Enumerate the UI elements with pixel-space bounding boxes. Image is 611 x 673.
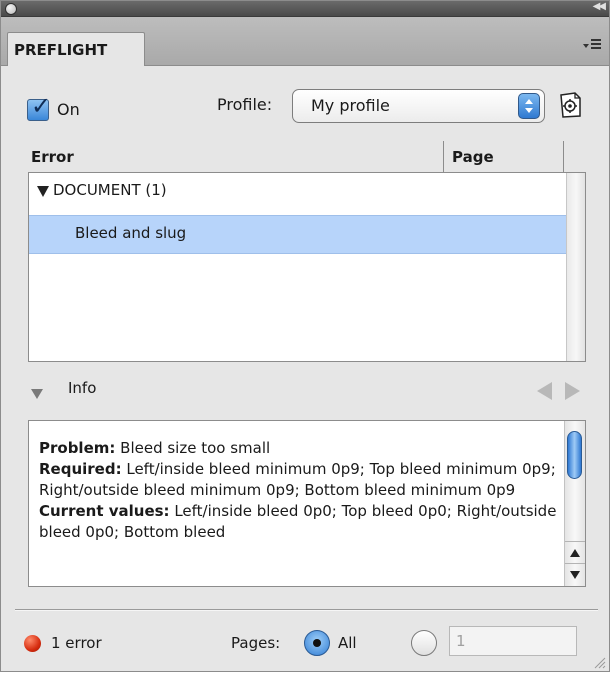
tab-preflight[interactable]: PREFLIGHT (7, 32, 145, 66)
problem-text: Bleed size too small (115, 439, 271, 457)
scroll-thumb[interactable] (567, 431, 582, 479)
column-header-page[interactable]: Page (452, 148, 494, 166)
error-count[interactable]: 1 error (51, 634, 102, 652)
current-values-label: Current values: (39, 502, 170, 520)
define-profiles-icon[interactable] (558, 90, 584, 120)
page-range-input[interactable] (449, 626, 577, 656)
scroll-down-arrow-icon[interactable] (565, 563, 585, 586)
tab-row: PREFLIGHT (1, 17, 609, 66)
pages-all-label[interactable]: All (338, 634, 357, 652)
column-header-error[interactable]: Error (31, 148, 74, 166)
next-arrow-icon[interactable] (565, 382, 580, 400)
column-divider[interactable] (443, 141, 444, 173)
disclosure-triangle-icon[interactable] (37, 186, 49, 197)
resize-grip-icon[interactable] (592, 654, 606, 669)
profile-select[interactable]: My profile (292, 89, 545, 123)
info-text-box[interactable]: Problem: Bleed size too small Required: … (28, 420, 586, 587)
list-scrollbar[interactable] (566, 173, 585, 361)
double-chevron-icon[interactable]: ◀◀ (593, 1, 606, 12)
panel-menu-icon[interactable] (583, 39, 601, 53)
panel-title-bar[interactable]: ◀◀ (1, 1, 609, 17)
select-arrows-icon (518, 93, 540, 119)
required-label: Required: (39, 460, 122, 478)
disclosure-triangle-icon[interactable] (31, 389, 43, 399)
pages-range-radio[interactable] (411, 630, 437, 656)
red-dot-icon (24, 635, 41, 652)
error-item-label: Bleed and slug (75, 224, 187, 242)
info-text: Problem: Bleed size too small Required: … (39, 438, 567, 543)
preflight-panel: ◀◀ PREFLIGHT ✓ On Profile: My profile Er… (0, 0, 610, 672)
previous-arrow-icon[interactable] (537, 382, 552, 400)
info-scrollbar[interactable] (564, 421, 585, 586)
on-label: On (57, 100, 80, 119)
scroll-up-arrow-icon[interactable] (565, 541, 585, 564)
checkmark-icon: ✓ (31, 92, 52, 120)
on-checkbox[interactable]: ✓ (27, 94, 51, 121)
error-list: DOCUMENT (1) Bleed and slug (28, 172, 586, 362)
profile-label: Profile: (217, 95, 273, 114)
tab-label: PREFLIGHT (14, 41, 108, 59)
table-row[interactable]: Bleed and slug (29, 215, 567, 254)
table-row-group[interactable]: DOCUMENT (1) (29, 173, 567, 209)
info-label[interactable]: Info (68, 379, 96, 397)
profile-select-value: My profile (311, 96, 390, 115)
column-divider[interactable] (563, 141, 564, 173)
group-label: DOCUMENT (1) (53, 181, 167, 199)
footer-divider (15, 609, 598, 611)
problem-label: Problem: (39, 439, 116, 457)
close-icon[interactable] (5, 3, 17, 15)
pages-all-radio[interactable] (304, 630, 330, 656)
pages-label: Pages: (231, 634, 281, 652)
